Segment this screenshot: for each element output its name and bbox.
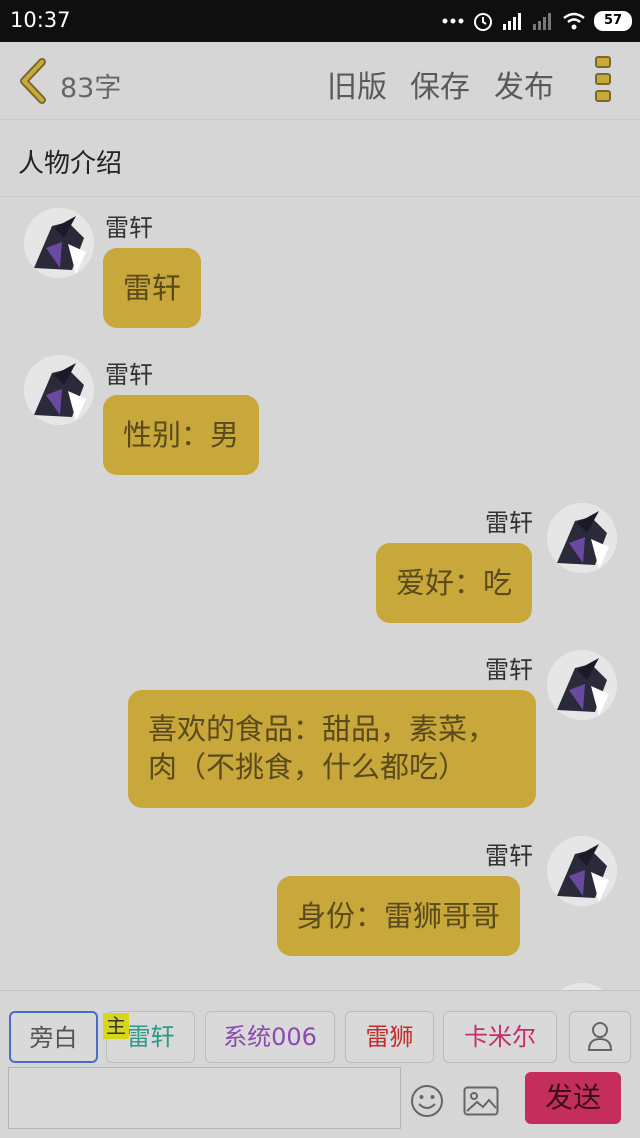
avatar[interactable] [547,836,617,906]
role-tab-narrator[interactable]: 旁白 [9,1011,98,1063]
status-bar: 10:37 57 [0,0,640,42]
message-bubble[interactable]: 喜欢的食品：甜品，素菜，肉（不挑食，什么都吃） [128,690,536,808]
status-time: 10:37 [10,8,71,32]
message-sender: 雷轩 [485,656,533,684]
status-icons: 57 [442,9,632,33]
role-tab-label: 旁白 [29,1024,78,1052]
role-tab-label: 系统006 [223,1023,317,1051]
save-button[interactable]: 保存 [410,62,470,106]
message-sender: 雷轩 [485,983,533,990]
message-bubble[interactable]: 性别：男 [103,395,260,475]
chat-area[interactable]: 雷轩 雷轩 雷轩 性别：男 雷轩 爱好：吃 雷轩 喜欢的食品：甜品，素菜，肉（不… [0,198,640,990]
alarm-icon [474,13,492,31]
avatar[interactable] [24,208,94,278]
message-sender: 雷轩 [485,509,533,537]
old-version-button[interactable]: 旧版 [327,62,387,106]
avatar[interactable] [547,983,617,990]
avatar[interactable] [547,503,617,573]
role-tab-leishi[interactable]: 雷狮 [345,1011,434,1063]
word-count: 83字 [60,73,122,104]
section-title: 人物介绍 [18,149,123,179]
emoji-icon[interactable] [410,1084,444,1118]
character-manager-button[interactable] [569,1011,631,1063]
composer: 旁白 雷轩 主 系统006 雷狮 卡米尔 发送 [0,990,640,1138]
back-icon[interactable] [14,58,54,104]
message-sender: 雷轩 [485,842,533,870]
avatar[interactable] [24,355,94,425]
role-tab-system006[interactable]: 系统006 [205,1011,335,1063]
publish-button[interactable]: 发布 [494,62,554,106]
role-tab-label: 雷轩 [126,1023,175,1051]
message-bubble[interactable]: 雷轩 [103,248,202,328]
message-sender: 雷轩 [105,214,153,242]
more-dots-icon [442,18,464,24]
message-sender: 雷轩 [105,361,153,389]
section-header: 人物介绍 [0,121,640,197]
role-tab-label: 卡米尔 [464,1023,536,1051]
image-icon[interactable] [463,1086,499,1116]
signal-2-icon [533,13,551,30]
user-icon [587,1022,613,1051]
message-bubble[interactable]: 身份：雷狮哥哥 [277,876,521,956]
message-input[interactable] [8,1067,401,1129]
send-button[interactable]: 发送 [525,1072,621,1124]
battery-indicator: 57 [594,11,632,31]
main-role-badge: 主 [103,1013,129,1039]
signal-icon [503,13,521,30]
editor-header: 83字 旧版 保存 发布 [0,42,640,120]
avatar[interactable] [547,650,617,720]
role-tab-kamir[interactable]: 卡米尔 [443,1011,557,1063]
role-tab-label: 雷狮 [365,1023,414,1051]
menu-icon[interactable] [595,56,613,106]
message-bubble[interactable]: 爱好：吃 [376,543,533,623]
wifi-icon [563,12,585,30]
